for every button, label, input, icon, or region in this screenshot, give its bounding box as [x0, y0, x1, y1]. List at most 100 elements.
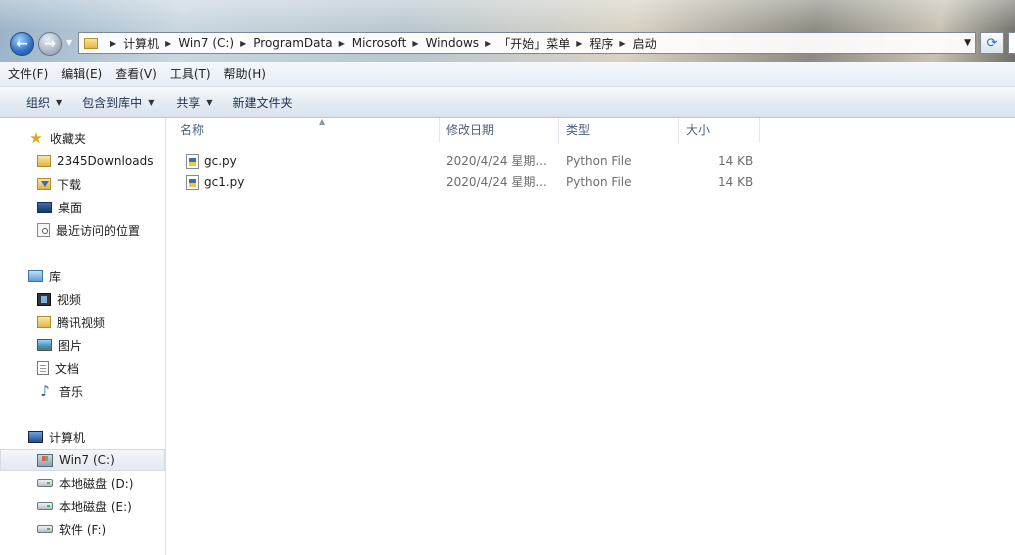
breadcrumb-item-startup[interactable]: 启动	[633, 35, 657, 52]
breadcrumb: ▶ 计算机 ▶ Win7 (C:) ▶ ProgramData ▶ Micros…	[104, 35, 657, 52]
sidebar-item-pictures[interactable]: 图片	[0, 334, 165, 356]
chevron-right-icon[interactable]: ▶	[485, 39, 491, 48]
breadcrumb-item-microsoft[interactable]: Microsoft	[352, 36, 407, 50]
sidebar-item-label: 视频	[57, 292, 82, 307]
sidebar-item-label: 收藏夹	[50, 131, 87, 146]
new-folder-button[interactable]: 新建文件夹	[225, 90, 301, 114]
chevron-right-icon[interactable]: ▶	[576, 39, 582, 48]
column-header-label: 类型	[566, 123, 591, 137]
breadcrumb-item-drive-c[interactable]: Win7 (C:)	[178, 36, 234, 50]
refresh-icon: ⟳	[986, 35, 998, 51]
breadcrumb-item-programs[interactable]: 程序	[589, 35, 613, 52]
back-button[interactable]: ←	[10, 32, 34, 56]
menu-file[interactable]: 文件(F)	[3, 64, 53, 84]
sidebar-item-desktop[interactable]: 桌面	[0, 196, 165, 218]
breadcrumb-item-programdata[interactable]: ProgramData	[253, 36, 332, 50]
sidebar-item-libraries[interactable]: 库	[0, 265, 165, 287]
share-button[interactable]: 共享 ▼	[168, 90, 220, 114]
address-bar[interactable]: ▶ 计算机 ▶ Win7 (C:) ▶ ProgramData ▶ Micros…	[78, 32, 976, 54]
sidebar-item-documents[interactable]: 文档	[0, 357, 165, 379]
file-list[interactable]: ▲ 名称 修改日期 类型 大小 gc.py 2020/4/24 星期... Py…	[166, 117, 1015, 555]
menu-edit[interactable]: 编辑(E)	[56, 64, 107, 84]
sidebar-item-drive-f[interactable]: 软件 (F:)	[0, 518, 165, 540]
hard-drive-icon	[37, 525, 53, 533]
sidebar-item-label: Win7 (C:)	[59, 453, 115, 467]
chevron-down-icon: ▼	[56, 97, 63, 107]
column-header-name[interactable]: ▲ 名称	[180, 117, 440, 143]
sidebar-item-label: 最近访问的位置	[56, 223, 141, 238]
file-name: gc1.py	[204, 175, 245, 189]
refresh-button[interactable]: ⟳	[980, 32, 1004, 54]
forward-button[interactable]: →	[38, 32, 62, 56]
breadcrumb-item-windows[interactable]: Windows	[425, 36, 479, 50]
sidebar-item-label: 腾讯视频	[57, 315, 106, 330]
menu-tools[interactable]: 工具(T)	[165, 64, 216, 84]
back-arrow-icon: ←	[16, 36, 28, 52]
glass-glare	[0, 0, 1015, 30]
breadcrumb-item-computer[interactable]: 计算机	[123, 35, 159, 52]
column-header-type[interactable]: 类型	[566, 118, 679, 143]
sidebar-item-computer[interactable]: 计算机	[0, 426, 165, 448]
folder-icon	[37, 155, 51, 167]
sidebar-item-2345downloads[interactable]: 2345Downloads	[0, 150, 165, 172]
chevron-right-icon[interactable]: ▶	[165, 39, 171, 48]
sidebar-item-music[interactable]: ♪ 音乐	[0, 380, 165, 402]
file-type: Python File	[566, 154, 632, 168]
library-icon	[28, 270, 43, 282]
star-icon: ★	[29, 129, 43, 147]
sidebar-item-videos[interactable]: 视频	[0, 288, 165, 310]
chevron-right-icon[interactable]: ▶	[110, 39, 116, 48]
document-icon	[37, 361, 49, 375]
folder-icon	[84, 37, 98, 49]
chevron-right-icon[interactable]: ▶	[339, 39, 345, 48]
file-name: gc.py	[204, 154, 237, 168]
sidebar-item-label: 库	[49, 269, 62, 284]
sidebar-item-drive-c[interactable]: Win7 (C:)	[0, 449, 165, 471]
chevron-right-icon[interactable]: ▶	[619, 39, 625, 48]
navigation-pane[interactable]: ★ 收藏夹 2345Downloads 下载 桌面 最近访问的位置 库 视频 腾…	[0, 118, 166, 555]
sidebar-item-downloads[interactable]: 下载	[0, 173, 165, 195]
menu-view[interactable]: 查看(V)	[110, 64, 162, 84]
python-file-icon	[186, 154, 199, 169]
sidebar-item-label: 计算机	[49, 430, 86, 445]
menu-help[interactable]: 帮助(H)	[219, 64, 271, 84]
search-input[interactable]	[1008, 32, 1015, 54]
column-header-date[interactable]: 修改日期	[446, 118, 559, 143]
organize-button[interactable]: 组织 ▼	[18, 90, 70, 114]
sidebar-item-recent-places[interactable]: 最近访问的位置	[0, 219, 165, 241]
system-drive-icon	[37, 453, 53, 467]
sidebar-item-label: 图片	[58, 338, 83, 353]
column-header-label: 修改日期	[446, 123, 495, 137]
file-size: 14 KB	[718, 154, 754, 168]
recent-places-icon	[37, 223, 50, 237]
table-row[interactable]: gc.py 2020/4/24 星期... Python File 14 KB	[180, 151, 770, 172]
computer-icon	[28, 431, 43, 443]
file-name-cell[interactable]: gc.py	[186, 151, 237, 172]
file-size: 14 KB	[718, 175, 754, 189]
address-dropdown-icon[interactable]: ▼	[964, 38, 971, 48]
recent-pages-dropdown[interactable]: ▼	[66, 38, 72, 47]
include-in-library-button[interactable]: 包含到库中 ▼	[74, 90, 162, 114]
sidebar-item-drive-d[interactable]: 本地磁盘 (D:)	[0, 472, 165, 494]
sidebar-item-drive-e[interactable]: 本地磁盘 (E:)	[0, 495, 165, 517]
python-file-icon	[186, 175, 199, 190]
video-icon	[37, 292, 51, 306]
chevron-right-icon[interactable]: ▶	[412, 39, 418, 48]
music-icon: ♪	[40, 382, 50, 400]
desktop-icon	[37, 201, 52, 213]
downloads-icon	[37, 178, 51, 190]
sidebar-item-label: 文档	[55, 361, 80, 376]
sidebar-item-favorites[interactable]: ★ 收藏夹	[0, 127, 165, 149]
folder-icon	[37, 316, 51, 328]
breadcrumb-item-start-menu[interactable]: 「开始」菜单	[498, 35, 570, 52]
sidebar-item-tencent-video[interactable]: 腾讯视频	[0, 311, 165, 333]
new-folder-label: 新建文件夹	[232, 95, 293, 110]
share-label: 共享	[176, 95, 201, 110]
sidebar-item-label: 下载	[57, 177, 82, 192]
sidebar-item-label: 本地磁盘 (E:)	[59, 499, 132, 514]
table-row[interactable]: gc1.py 2020/4/24 星期... Python File 14 KB	[180, 172, 770, 193]
column-header-size[interactable]: 大小	[686, 118, 760, 143]
file-name-cell[interactable]: gc1.py	[186, 172, 244, 193]
sort-ascending-icon: ▲	[319, 117, 326, 126]
chevron-right-icon[interactable]: ▶	[240, 39, 246, 48]
